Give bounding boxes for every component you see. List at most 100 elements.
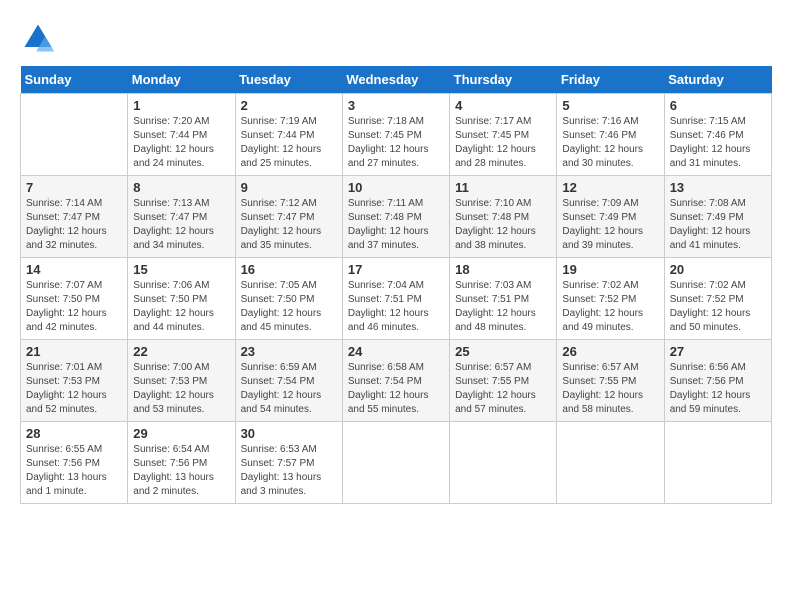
day-info: Sunrise: 7:09 AM Sunset: 7:49 PM Dayligh… [562,197,658,253]
header-cell-saturday: Saturday [664,66,771,94]
day-cell: 20Sunrise: 7:02 AM Sunset: 7:52 PM Dayli… [664,258,771,340]
day-info: Sunrise: 7:20 AM Sunset: 7:44 PM Dayligh… [133,115,229,171]
day-info: Sunrise: 6:58 AM Sunset: 7:54 PM Dayligh… [348,361,444,417]
day-cell: 1 Sunrise: 7:20 AM Sunset: 7:44 PM Daylig… [128,94,235,176]
header-cell-friday: Friday [557,66,664,94]
day-number: 3 [348,98,444,113]
day-info: Sunrise: 7:14 AM Sunset: 7:47 PM Dayligh… [26,197,122,253]
day-number: 29 [133,426,229,441]
logo-icon [20,20,56,56]
calendar-body: 1 Sunrise: 7:20 AM Sunset: 7:44 PM Daylig… [21,94,772,504]
day-info: Sunrise: 7:16 AM Sunset: 7:46 PM Dayligh… [562,115,658,171]
day-info: Sunrise: 7:08 AM Sunset: 7:49 PM Dayligh… [670,197,766,253]
day-number: 2 [241,98,337,113]
day-number: 1 [133,98,229,113]
header-cell-sunday: Sunday [21,66,128,94]
day-cell: 9Sunrise: 7:12 AM Sunset: 7:47 PM Daylig… [235,176,342,258]
header-cell-thursday: Thursday [450,66,557,94]
week-row-1: 7 Sunrise: 7:14 AM Sunset: 7:47 PM Daylig… [21,176,772,258]
day-cell: 14 Sunrise: 7:07 AM Sunset: 7:50 PM Dayli… [21,258,128,340]
day-number: 18 [455,262,551,277]
day-info: Sunrise: 6:53 AM Sunset: 7:57 PM Dayligh… [241,443,337,499]
day-number: 12 [562,180,658,195]
day-cell: 26 Sunrise: 6:57 AM Sunset: 7:55 PM Dayli… [557,340,664,422]
day-cell: 8 Sunrise: 7:13 AM Sunset: 7:47 PM Daylig… [128,176,235,258]
day-info: Sunrise: 7:15 AM Sunset: 7:46 PM Dayligh… [670,115,766,171]
day-number: 8 [133,180,229,195]
calendar-table: SundayMondayTuesdayWednesdayThursdayFrid… [20,66,772,504]
day-info: Sunrise: 7:17 AM Sunset: 7:45 PM Dayligh… [455,115,551,171]
header-row: SundayMondayTuesdayWednesdayThursdayFrid… [21,66,772,94]
header-cell-tuesday: Tuesday [235,66,342,94]
day-cell: 22 Sunrise: 7:00 AM Sunset: 7:53 PM Dayli… [128,340,235,422]
day-number: 26 [562,344,658,359]
day-number: 27 [670,344,766,359]
day-number: 14 [26,262,122,277]
day-info: Sunrise: 7:13 AM Sunset: 7:47 PM Dayligh… [133,197,229,253]
day-cell [450,422,557,504]
day-number: 17 [348,262,444,277]
calendar-header: SundayMondayTuesdayWednesdayThursdayFrid… [21,66,772,94]
day-number: 13 [670,180,766,195]
week-row-0: 1 Sunrise: 7:20 AM Sunset: 7:44 PM Daylig… [21,94,772,176]
day-cell: 6 Sunrise: 7:15 AM Sunset: 7:46 PM Daylig… [664,94,771,176]
day-number: 4 [455,98,551,113]
week-row-3: 21 Sunrise: 7:01 AM Sunset: 7:53 PM Dayli… [21,340,772,422]
day-cell: 4 Sunrise: 7:17 AM Sunset: 7:45 PM Daylig… [450,94,557,176]
day-info: Sunrise: 7:03 AM Sunset: 7:51 PM Dayligh… [455,279,551,335]
day-info: Sunrise: 7:07 AM Sunset: 7:50 PM Dayligh… [26,279,122,335]
day-info: Sunrise: 7:05 AM Sunset: 7:50 PM Dayligh… [241,279,337,335]
day-cell: 27 Sunrise: 6:56 AM Sunset: 7:56 PM Dayli… [664,340,771,422]
day-cell: 28 Sunrise: 6:55 AM Sunset: 7:56 PM Dayli… [21,422,128,504]
day-number: 6 [670,98,766,113]
day-cell: 21 Sunrise: 7:01 AM Sunset: 7:53 PM Dayli… [21,340,128,422]
day-cell: 13 Sunrise: 7:08 AM Sunset: 7:49 PM Dayli… [664,176,771,258]
day-number: 24 [348,344,444,359]
day-info: Sunrise: 6:55 AM Sunset: 7:56 PM Dayligh… [26,443,122,499]
day-cell: 7 Sunrise: 7:14 AM Sunset: 7:47 PM Daylig… [21,176,128,258]
day-cell: 2Sunrise: 7:19 AM Sunset: 7:44 PM Daylig… [235,94,342,176]
day-info: Sunrise: 7:02 AM Sunset: 7:52 PM Dayligh… [562,279,658,335]
day-cell: 12 Sunrise: 7:09 AM Sunset: 7:49 PM Dayli… [557,176,664,258]
day-cell: 10 Sunrise: 7:11 AM Sunset: 7:48 PM Dayli… [342,176,449,258]
day-cell [664,422,771,504]
day-cell: 19Sunrise: 7:02 AM Sunset: 7:52 PM Dayli… [557,258,664,340]
day-cell: 25 Sunrise: 6:57 AM Sunset: 7:55 PM Dayli… [450,340,557,422]
day-number: 22 [133,344,229,359]
day-number: 5 [562,98,658,113]
day-info: Sunrise: 7:00 AM Sunset: 7:53 PM Dayligh… [133,361,229,417]
day-number: 11 [455,180,551,195]
day-info: Sunrise: 7:10 AM Sunset: 7:48 PM Dayligh… [455,197,551,253]
day-number: 28 [26,426,122,441]
day-info: Sunrise: 7:11 AM Sunset: 7:48 PM Dayligh… [348,197,444,253]
day-cell: 29Sunrise: 6:54 AM Sunset: 7:56 PM Dayli… [128,422,235,504]
day-number: 7 [26,180,122,195]
day-info: Sunrise: 7:12 AM Sunset: 7:47 PM Dayligh… [241,197,337,253]
day-number: 25 [455,344,551,359]
day-number: 20 [670,262,766,277]
day-number: 10 [348,180,444,195]
day-info: Sunrise: 6:59 AM Sunset: 7:54 PM Dayligh… [241,361,337,417]
day-cell: 16 Sunrise: 7:05 AM Sunset: 7:50 PM Dayli… [235,258,342,340]
day-cell: 17Sunrise: 7:04 AM Sunset: 7:51 PM Dayli… [342,258,449,340]
day-info: Sunrise: 6:57 AM Sunset: 7:55 PM Dayligh… [562,361,658,417]
day-cell: 24 Sunrise: 6:58 AM Sunset: 7:54 PM Dayli… [342,340,449,422]
day-number: 21 [26,344,122,359]
day-cell: 30 Sunrise: 6:53 AM Sunset: 7:57 PM Dayli… [235,422,342,504]
header-cell-wednesday: Wednesday [342,66,449,94]
day-number: 16 [241,262,337,277]
day-info: Sunrise: 6:56 AM Sunset: 7:56 PM Dayligh… [670,361,766,417]
day-info: Sunrise: 7:06 AM Sunset: 7:50 PM Dayligh… [133,279,229,335]
day-number: 30 [241,426,337,441]
day-info: Sunrise: 7:01 AM Sunset: 7:53 PM Dayligh… [26,361,122,417]
day-cell [21,94,128,176]
day-number: 15 [133,262,229,277]
week-row-4: 28 Sunrise: 6:55 AM Sunset: 7:56 PM Dayli… [21,422,772,504]
day-info: Sunrise: 6:57 AM Sunset: 7:55 PM Dayligh… [455,361,551,417]
day-cell: 11 Sunrise: 7:10 AM Sunset: 7:48 PM Dayli… [450,176,557,258]
day-cell: 18 Sunrise: 7:03 AM Sunset: 7:51 PM Dayli… [450,258,557,340]
day-number: 23 [241,344,337,359]
day-cell: 5 Sunrise: 7:16 AM Sunset: 7:46 PM Daylig… [557,94,664,176]
day-info: Sunrise: 7:18 AM Sunset: 7:45 PM Dayligh… [348,115,444,171]
day-cell [557,422,664,504]
